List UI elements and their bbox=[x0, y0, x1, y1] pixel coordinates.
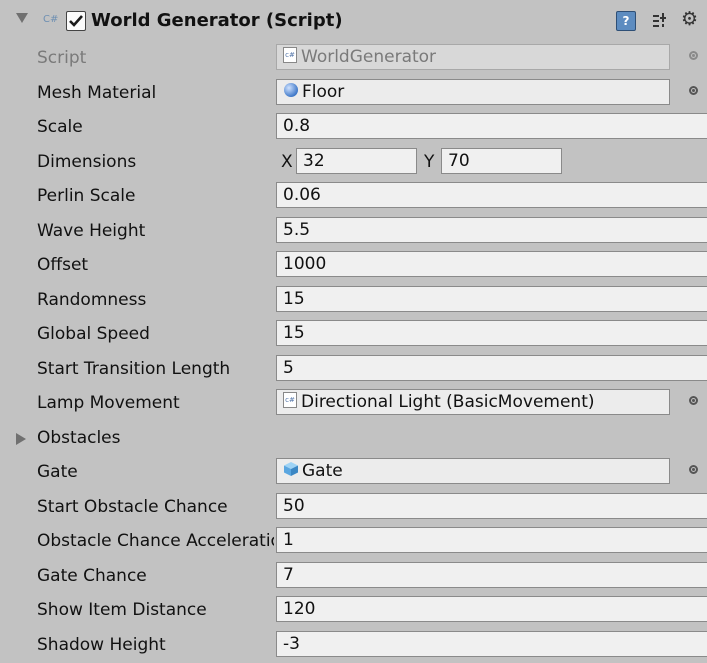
field-row-gate: Gate Gate bbox=[0, 456, 707, 490]
shadow-height-label: Shadow Height bbox=[37, 634, 166, 655]
gate-value: Gate bbox=[302, 461, 343, 481]
perlin-scale-field[interactable]: 0.06 bbox=[276, 182, 707, 208]
start-obstacle-chance-label: Start Obstacle Chance bbox=[37, 496, 228, 517]
object-picker-icon[interactable] bbox=[689, 85, 698, 95]
dimensions-y-label: Y bbox=[424, 151, 435, 172]
material-sphere-icon bbox=[284, 82, 298, 97]
show-item-distance-field[interactable]: 120 bbox=[276, 596, 707, 622]
script-object-field: c# WorldGenerator bbox=[276, 44, 670, 70]
cs-script-icon: c# bbox=[283, 392, 297, 408]
dimensions-x-label: X bbox=[281, 151, 293, 172]
wave-height-label: Wave Height bbox=[37, 220, 146, 241]
presets-icon[interactable] bbox=[652, 12, 668, 28]
component-header[interactable]: C# World Generator (Script) ? ⚙ bbox=[0, 0, 707, 42]
scale-field[interactable]: 0.8 bbox=[276, 113, 707, 139]
field-row-show-item-distance: Show Item Distance 120 bbox=[0, 594, 707, 628]
object-picker-icon[interactable] bbox=[689, 465, 698, 474]
lamp-movement-value: Directional Light (BasicMovement) bbox=[301, 392, 595, 412]
field-row-mesh-material: Mesh Material Floor bbox=[0, 77, 707, 111]
show-item-distance-label: Show Item Distance bbox=[37, 600, 207, 620]
field-row-perlin-scale: Perlin Scale 0.06 bbox=[0, 180, 707, 214]
collapse-arrow-icon[interactable] bbox=[16, 13, 28, 23]
component-title: World Generator (Script) bbox=[91, 10, 343, 31]
cs-script-icon: C# bbox=[43, 14, 59, 25]
lamp-movement-label: Lamp Movement bbox=[37, 393, 180, 413]
scale-label: Scale bbox=[37, 117, 83, 137]
mesh-material-object-field[interactable]: Floor bbox=[276, 78, 670, 105]
field-row-offset: Offset 1000 bbox=[0, 249, 707, 283]
field-row-start-obstacle-chance: Start Obstacle Chance 50 bbox=[0, 491, 707, 525]
wave-height-field[interactable]: 5.5 bbox=[276, 216, 707, 243]
field-row-gate-chance: Gate Chance 7 bbox=[0, 560, 707, 594]
help-icon[interactable]: ? bbox=[616, 11, 636, 31]
dimensions-label: Dimensions bbox=[37, 151, 137, 172]
randomness-label: Randomness bbox=[37, 289, 147, 310]
gate-object-field[interactable]: Gate bbox=[276, 458, 670, 484]
global-speed-label: Global Speed bbox=[37, 324, 150, 344]
object-picker-icon[interactable] bbox=[689, 396, 698, 405]
randomness-field[interactable]: 15 bbox=[276, 285, 707, 312]
script-label: Script bbox=[37, 48, 87, 68]
start-transition-length-field[interactable]: 5 bbox=[276, 354, 707, 381]
field-row-shadow-height: Shadow Height -3 bbox=[0, 629, 707, 663]
field-row-obstacle-chance-accel: Obstacle Chance Acceleration 1 bbox=[0, 525, 707, 559]
gear-icon[interactable]: ⚙ bbox=[681, 8, 698, 30]
offset-label: Offset bbox=[37, 255, 89, 275]
field-row-obstacles: Obstacles bbox=[0, 422, 707, 456]
field-row-script: Script c# WorldGenerator bbox=[0, 42, 707, 76]
global-speed-field[interactable]: 15 bbox=[276, 320, 707, 346]
foldout-arrow-icon[interactable] bbox=[16, 432, 26, 445]
field-row-start-transition-length: Start Transition Length 5 bbox=[0, 353, 707, 387]
start-obstacle-chance-field[interactable]: 50 bbox=[276, 492, 707, 519]
mesh-material-value: Floor bbox=[302, 81, 345, 102]
cs-script-icon: c# bbox=[283, 47, 297, 63]
start-transition-length-label: Start Transition Length bbox=[37, 358, 231, 379]
field-row-scale: Scale 0.8 bbox=[0, 111, 707, 145]
field-row-lamp-movement: Lamp Movement c# Directional Light (BasicM… bbox=[0, 387, 707, 421]
dimensions-y-field[interactable]: 70 bbox=[441, 147, 562, 174]
obstacle-chance-accel-label: Obstacle Chance Acceleration bbox=[37, 531, 274, 551]
component-enabled-checkbox[interactable] bbox=[66, 11, 86, 31]
obstacles-label[interactable]: Obstacles bbox=[37, 428, 274, 448]
field-row-global-speed: Global Speed 15 bbox=[0, 318, 707, 352]
object-picker-icon bbox=[689, 51, 698, 60]
gate-chance-field[interactable]: 7 bbox=[276, 561, 707, 588]
field-row-dimensions: Dimensions X 32 Y 70 bbox=[0, 146, 707, 180]
field-row-wave-height: Wave Height 5.5 bbox=[0, 215, 707, 249]
shadow-height-field[interactable]: -3 bbox=[276, 630, 707, 657]
offset-field[interactable]: 1000 bbox=[276, 251, 707, 277]
field-row-randomness: Randomness 15 bbox=[0, 284, 707, 318]
perlin-scale-label: Perlin Scale bbox=[37, 186, 136, 206]
lamp-movement-object-field[interactable]: c# Directional Light (BasicMovement) bbox=[276, 389, 670, 415]
mesh-material-label: Mesh Material bbox=[37, 82, 157, 103]
script-value: WorldGenerator bbox=[301, 47, 437, 67]
gate-label: Gate bbox=[37, 462, 78, 482]
dimensions-x-field[interactable]: 32 bbox=[296, 147, 417, 174]
prefab-cube-icon bbox=[284, 462, 298, 476]
gate-chance-label: Gate Chance bbox=[37, 565, 147, 586]
obstacle-chance-accel-field[interactable]: 1 bbox=[276, 527, 707, 553]
